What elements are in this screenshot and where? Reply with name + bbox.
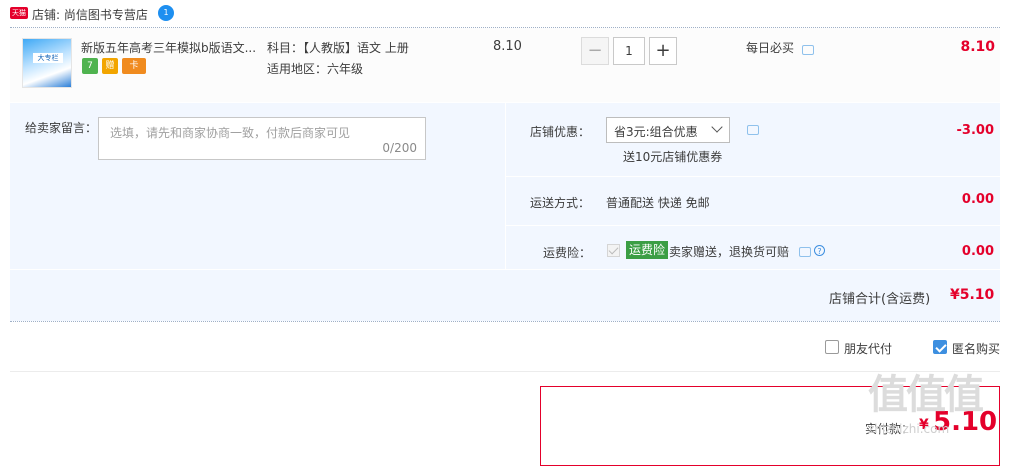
options-bottom-divider: [10, 321, 1000, 322]
sku-subject: 科目：【人教版】语文 上册: [267, 41, 409, 55]
tmall-logo-icon: 天猫: [10, 7, 28, 19]
sku-region: 适用地区：六年级: [267, 62, 364, 76]
item-total-price: 8.10: [960, 39, 995, 55]
coupon-select[interactable]: 省3元:组合优惠: [606, 117, 730, 143]
help-question-icon[interactable]: ?: [814, 245, 825, 256]
quantity-increase-button[interactable]: +: [649, 37, 677, 65]
promotion-chat-icon[interactable]: [802, 45, 814, 55]
order-options-panel: 给卖家留言： 选填，请先和商家协商一致，付款后商家可见 0/200 店铺优惠： …: [10, 103, 1000, 321]
anonymous-label[interactable]: 匿名购买: [952, 340, 1000, 357]
shipping-label: 运送方式：: [530, 196, 591, 210]
gift-service-icon[interactable]: 赠: [102, 58, 118, 74]
anonymous-checkbox[interactable]: [933, 340, 947, 354]
unit-price: 8.10: [493, 39, 522, 54]
watermark-logo: 值值值: [868, 372, 984, 418]
wangwang-chat-icon[interactable]: 1: [158, 5, 174, 21]
friend-pay-label[interactable]: 朋友代付: [844, 340, 892, 357]
promotion-label: 每日必买: [746, 41, 795, 55]
coupon-amount: -3.00: [956, 123, 994, 138]
watermark-site: zhizhizhi.com: [868, 422, 950, 436]
memo-char-count: 0/200: [382, 141, 417, 155]
seller-memo-textarea[interactable]: 选填，请先和商家协商一致，付款后商家可见 0/200: [98, 117, 426, 160]
options-divider: [506, 225, 1000, 226]
chevron-down-icon: [711, 121, 723, 133]
cart-item-row: 大专栏 新版五年高考三年模拟b版语文... 7 赠 卡 科目：【人教版】语文 上…: [10, 28, 1000, 102]
shop-total-value: ¥5.10: [950, 287, 995, 303]
insurance-amount: 0.00: [961, 244, 994, 259]
options-divider: [10, 269, 1000, 270]
thumbnail-label: 大专栏: [33, 53, 63, 63]
insurance-label: 运费险：: [543, 246, 592, 260]
card-service-icon[interactable]: 卡: [122, 58, 146, 74]
insurance-checkbox: [607, 244, 620, 257]
quantity-decrease-button[interactable]: −: [581, 37, 609, 65]
memo-label: 给卖家留言：: [25, 121, 98, 135]
insurance-chat-icon[interactable]: [799, 247, 811, 257]
product-title-link[interactable]: 新版五年高考三年模拟b版语文...: [81, 39, 261, 56]
shop-header: 天猫 店铺: 尚信图书专营店 1: [10, 0, 1000, 27]
product-thumbnail[interactable]: 大专栏: [22, 38, 72, 88]
shop-name-link[interactable]: 店铺: 尚信图书专营店: [32, 6, 148, 23]
checkout-divider: [10, 371, 1000, 372]
seven-day-return-icon[interactable]: 7: [82, 58, 98, 74]
memo-placeholder: 选填，请先和商家协商一致，付款后商家可见: [110, 126, 351, 140]
options-divider: [506, 176, 1000, 177]
shipping-amount: 0.00: [961, 192, 994, 207]
options-vertical-divider: [505, 103, 506, 269]
coupon-selected-value: 省3元:组合优惠: [614, 125, 698, 139]
coupon-chat-icon[interactable]: [747, 125, 759, 135]
friend-pay-checkbox[interactable]: [825, 340, 839, 354]
shipping-method: 普通配送 快递 免邮: [606, 196, 710, 210]
shop-total-label: 店铺合计(含运费): [829, 292, 931, 307]
insurance-description: 卖家赠送，退换货可赔: [669, 245, 790, 259]
insurance-badge: 运费险: [626, 241, 669, 259]
coupon-label: 店铺优惠：: [530, 125, 591, 139]
coupon-subtext: 送10元店铺优惠券: [623, 150, 723, 164]
quantity-input[interactable]: 1: [613, 37, 645, 65]
